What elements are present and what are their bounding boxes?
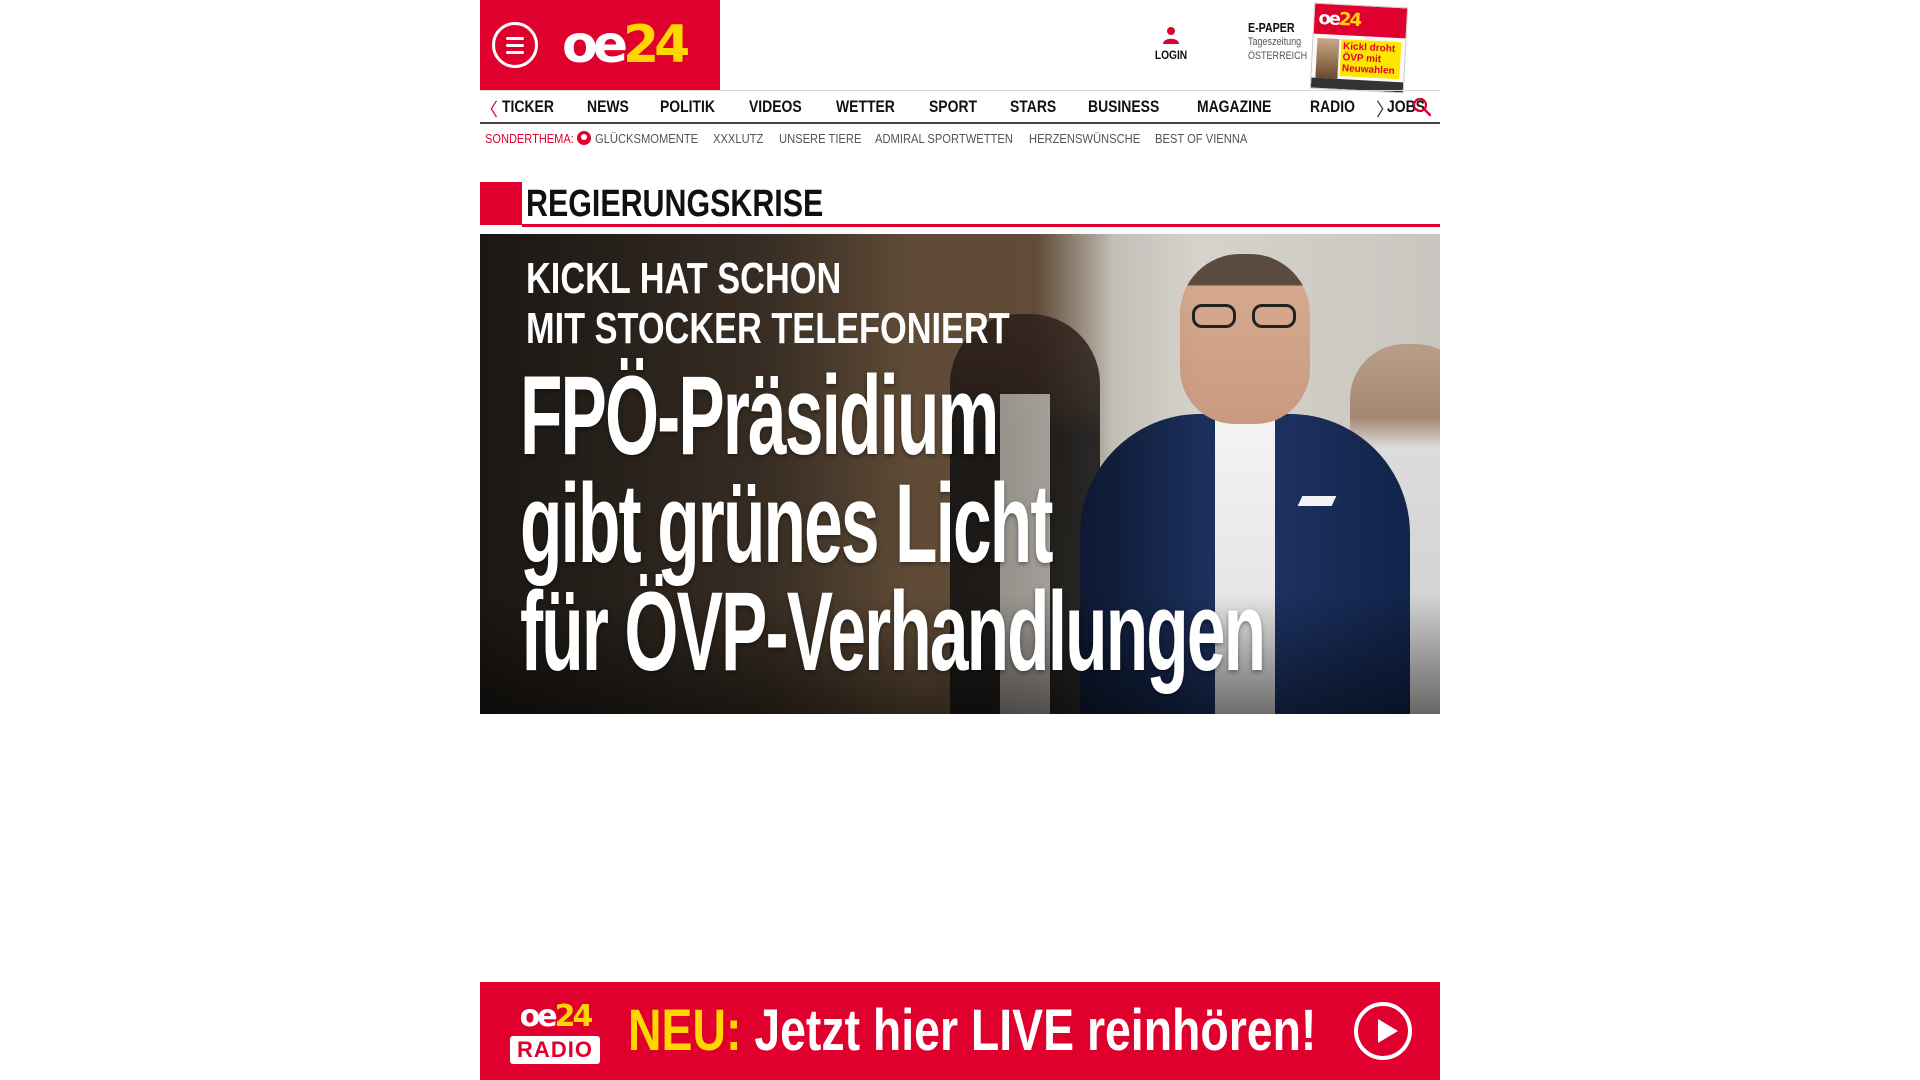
nav-prev-arrow-icon[interactable]: 〈 bbox=[480, 96, 498, 122]
section-underline bbox=[522, 224, 1440, 227]
main-nav: 〈 TICKER NEWS POLITIK VIDEOS WETTER SPOR… bbox=[480, 90, 1440, 124]
logo-num: 24 bbox=[623, 15, 690, 75]
cover-masthead: oe24 bbox=[1313, 3, 1408, 39]
epaper-subtitle: ÖSTERREICH bbox=[1248, 50, 1308, 62]
special-topics-bar: SONDERTHEMA: GLÜCKSMOMENTE XXXLUTZ UNSER… bbox=[480, 128, 1440, 148]
login-label: LOGIN bbox=[1154, 48, 1188, 62]
hamburger-icon-line bbox=[506, 44, 524, 47]
radio-new-label: NEU: bbox=[628, 998, 742, 1063]
topic-xxxlutz[interactable]: XXXLUTZ bbox=[713, 131, 768, 146]
search-icon bbox=[1412, 97, 1432, 117]
radio-cta-text: Jetzt hier LIVE reinhören! bbox=[754, 998, 1317, 1063]
nav-item-news[interactable]: NEWS bbox=[587, 97, 629, 117]
special-topics-label: SONDERTHEMA: bbox=[485, 130, 574, 146]
hero-headline-line: für ÖVP-Verhandlungen bbox=[520, 569, 1266, 694]
hero-headline-line: gibt grünes Licht bbox=[520, 461, 1053, 586]
radio-banner-text: NEU: Jetzt hier LIVE reinhören! bbox=[628, 998, 1316, 1064]
user-icon bbox=[1163, 27, 1179, 44]
epaper-title: E-PAPER bbox=[1248, 20, 1295, 35]
cover-logo: oe24 bbox=[1317, 7, 1361, 32]
section-title[interactable]: REGIERUNGSKRISE bbox=[526, 182, 823, 226]
brand-box: oe24 bbox=[480, 0, 720, 90]
nav-item-stars[interactable]: STARS bbox=[1010, 97, 1056, 117]
nav-item-ticker[interactable]: TICKER bbox=[502, 97, 554, 117]
hamburger-icon-line bbox=[506, 51, 524, 54]
topic-admiral-sportwetten[interactable]: ADMIRAL SPORTWETTEN bbox=[875, 131, 1013, 146]
search-button[interactable] bbox=[1412, 97, 1432, 122]
sparkle-badge-icon bbox=[577, 131, 591, 145]
topic-gluecksmomente[interactable]: GLÜCKSMOMENTE bbox=[595, 131, 698, 146]
topic-herzenswuensche[interactable]: HERZENSWÜNSCHE bbox=[1029, 131, 1140, 146]
nav-item-business[interactable]: BUSINESS bbox=[1088, 97, 1159, 117]
page: oe24 LOGIN E-PAPER Tageszeitung ÖSTERREI… bbox=[480, 0, 1440, 1080]
radio-live-banner[interactable]: oe24 RADIO NEU: Jetzt hier LIVE reinhöre… bbox=[480, 982, 1440, 1080]
site-logo[interactable]: oe24 bbox=[562, 14, 690, 76]
login-button[interactable]: LOGIN bbox=[1152, 26, 1190, 62]
cover-headline: Kickl droht ÖVP mit Neuwahlen bbox=[1339, 39, 1402, 80]
menu-button[interactable] bbox=[492, 22, 538, 68]
epaper-link[interactable]: E-PAPER Tageszeitung ÖSTERREICH bbox=[1248, 20, 1320, 63]
hero-kicker: KICKL HAT SCHON MIT STOCKER TELEFONIERT bbox=[526, 254, 1010, 354]
nav-item-wetter[interactable]: WETTER bbox=[836, 97, 895, 117]
epaper-subtitle: Tageszeitung bbox=[1248, 36, 1302, 48]
nav-next-arrow-icon[interactable]: 〉 bbox=[1376, 96, 1394, 122]
epaper-cover-image[interactable]: oe24 Kickl droht ÖVP mit Neuwahlen bbox=[1309, 2, 1409, 94]
section-accent-bar bbox=[480, 182, 522, 225]
radio-logo: oe24 RADIO bbox=[510, 1000, 600, 1068]
hamburger-icon-line bbox=[506, 37, 524, 40]
nav-item-sport[interactable]: SPORT bbox=[929, 97, 977, 117]
section-heading: REGIERUNGSKRISE bbox=[480, 182, 1440, 227]
hero-headline-line: FPÖ-Präsidium bbox=[520, 353, 999, 478]
hero-article-teaser[interactable]: KICKL HAT SCHON MIT STOCKER TELEFONIERT … bbox=[480, 234, 1440, 714]
play-icon[interactable] bbox=[1354, 1002, 1412, 1060]
radio-logo-wordmark: oe24 bbox=[519, 999, 594, 1034]
topic-best-of-vienna[interactable]: BEST OF VIENNA bbox=[1155, 131, 1247, 146]
hero-kicker-line: KICKL HAT SCHON bbox=[526, 254, 842, 303]
topic-unsere-tiere[interactable]: UNSERE TIERE bbox=[779, 131, 861, 146]
logo-oe: oe bbox=[562, 15, 628, 75]
cover-photo bbox=[1315, 37, 1340, 79]
nav-item-videos[interactable]: VIDEOS bbox=[749, 97, 802, 117]
nav-item-politik[interactable]: POLITIK bbox=[660, 97, 715, 117]
nav-items: TICKER NEWS POLITIK VIDEOS WETTER SPORT … bbox=[502, 91, 1455, 123]
hero-headline[interactable]: FPÖ-Präsidium gibt grünes Licht für ÖVP-… bbox=[520, 353, 1266, 694]
hero-kicker-line: MIT STOCKER TELEFONIERT bbox=[526, 304, 1010, 353]
nav-item-radio[interactable]: RADIO bbox=[1310, 97, 1355, 117]
site-header: oe24 LOGIN E-PAPER Tageszeitung ÖSTERREI… bbox=[480, 0, 1440, 94]
nav-item-magazine[interactable]: MAGAZINE bbox=[1197, 97, 1271, 117]
radio-logo-label: RADIO bbox=[510, 1036, 600, 1064]
